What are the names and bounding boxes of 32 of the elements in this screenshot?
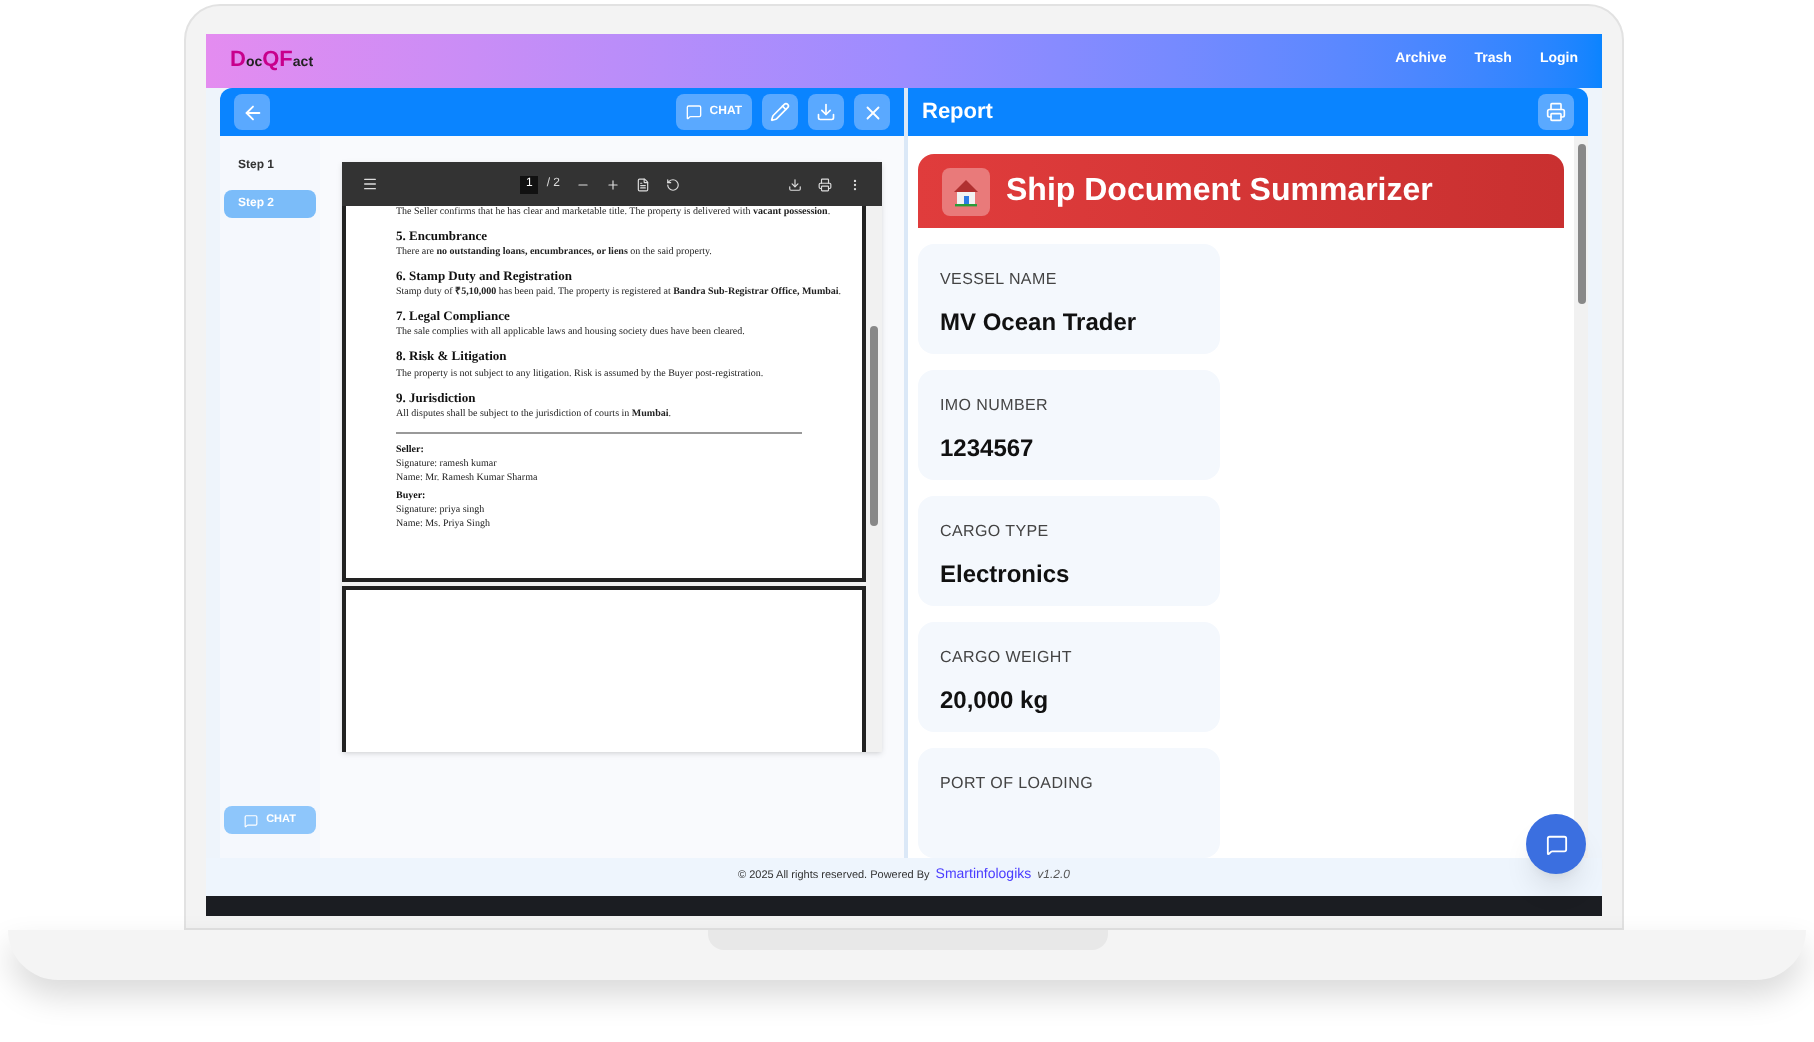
field-value: MV Ocean Trader (940, 306, 1139, 340)
more-icon (848, 177, 862, 191)
field-label: IMO NUMBER (940, 394, 1050, 418)
back-button[interactable] (234, 94, 270, 130)
field-label: VESSEL NAME (940, 268, 1059, 292)
menu-icon (362, 176, 378, 192)
field-label: CARGO TYPE (940, 520, 1051, 544)
print-icon (1546, 102, 1566, 122)
chat-icon (1545, 833, 1567, 855)
house-icon (942, 167, 990, 215)
chat-icon (244, 813, 259, 827)
fit-page-icon (636, 177, 651, 191)
download-icon (788, 177, 802, 191)
download-button[interactable] (808, 94, 844, 130)
close-button[interactable] (854, 94, 890, 130)
field-label: PORT OF LOADING (940, 772, 1095, 796)
field-value: Electronics (940, 558, 1072, 592)
summary-title: Ship Document Summarizer (1006, 171, 1433, 211)
report-title: Report (922, 97, 993, 128)
edit-button[interactable] (762, 94, 798, 130)
pencil-icon (770, 102, 790, 122)
field-value: 1234567 (940, 432, 1036, 466)
field-value: 20,000 kg (940, 684, 1051, 718)
rotate-icon (666, 177, 681, 191)
print-button[interactable] (1538, 94, 1574, 130)
close-icon (861, 101, 883, 123)
chat-icon (685, 104, 702, 120)
download-icon (816, 102, 836, 122)
back-arrow-icon (241, 101, 263, 123)
print-icon (818, 177, 832, 191)
field-label: CARGO WEIGHT (940, 646, 1074, 670)
zoom-in-icon (606, 177, 621, 191)
